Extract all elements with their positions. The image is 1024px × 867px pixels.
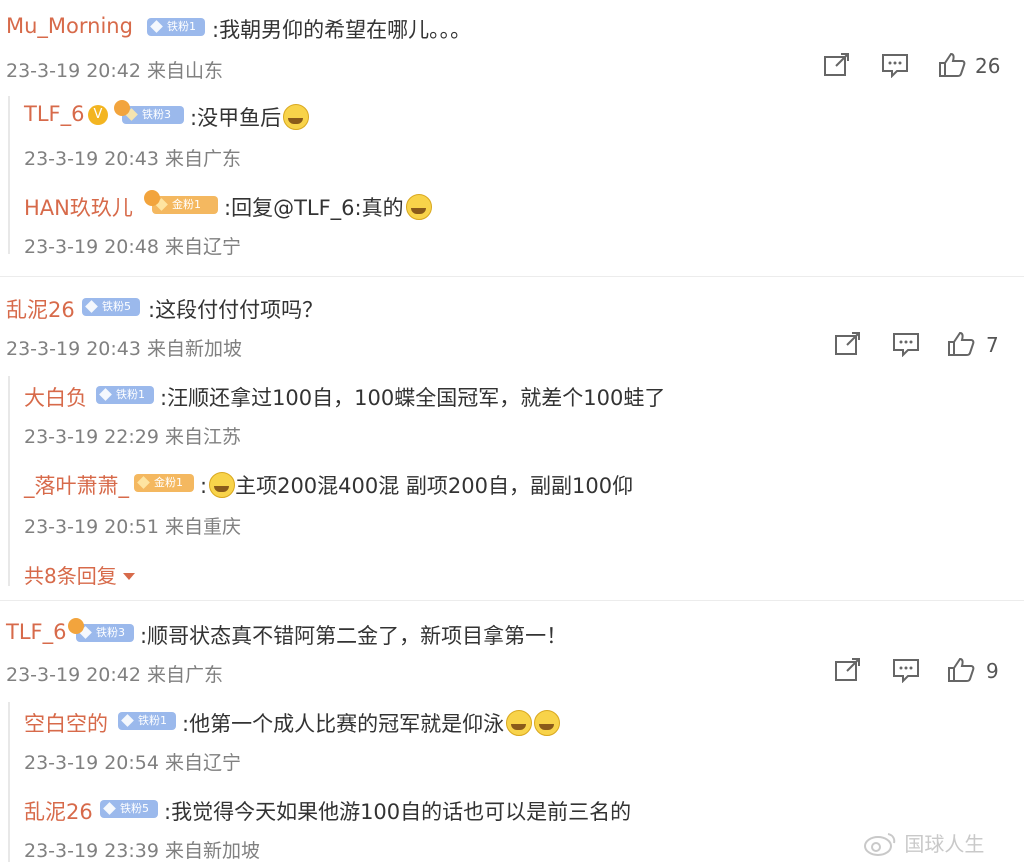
like-icon[interactable] (946, 331, 976, 357)
reply-thread-line (8, 96, 10, 254)
reply-username[interactable]: 空白空的 (24, 708, 108, 738)
reply-meta: 23-3-19 20:51 来自重庆 (24, 516, 241, 538)
caret-down-icon (122, 573, 135, 580)
fan-badge: 铁粉1 (96, 386, 154, 404)
laugh-cry-emoji-icon (405, 194, 432, 220)
fan-badge: 金粉1 (144, 190, 218, 214)
like-icon[interactable] (937, 52, 967, 78)
comment-icon[interactable] (880, 52, 910, 79)
reply-text: : 主项200混400混 副项200自，副副100仰 (200, 472, 634, 498)
fan-badge: 铁粉3 (68, 618, 134, 642)
watermark: 国球人生 (862, 828, 984, 857)
fan-badge: 铁粉1 (118, 712, 176, 730)
verified-icon: V (88, 105, 108, 125)
fan-badge: 铁粉5 (82, 298, 140, 316)
comment-meta: 23-3-19 20:42 来自广东 (6, 664, 223, 686)
laugh-cry-emoji-icon (506, 710, 533, 736)
comment-text: :我朝男仰的希望在哪儿。。。 (212, 18, 472, 42)
fan-badge: 铁粉3 (114, 100, 184, 124)
reply-username[interactable]: 乱泥26 (24, 796, 93, 826)
comment-username[interactable]: TLF_6 (6, 620, 66, 644)
reply-username[interactable]: 大白负 (24, 382, 87, 412)
reply-thread-line (8, 702, 10, 862)
reply-text: :汪顺还拿过100自，100蝶全国冠军，就差个100蛙了 (160, 386, 666, 410)
reply-text: :他第一个成人比赛的冠军就是仰泳 (182, 708, 561, 738)
reply-username[interactable]: _落叶萧萧_ (24, 470, 129, 500)
reply-meta: 23-3-19 23:39 来自新加坡 (24, 840, 260, 862)
weibo-logo-icon (864, 833, 896, 856)
share-icon[interactable] (833, 331, 863, 357)
reply-meta: 23-3-19 22:29 来自江苏 (24, 426, 241, 448)
like-count: 26 (975, 54, 1001, 78)
like-count: 9 (986, 659, 999, 683)
comment-icon[interactable] (891, 657, 921, 684)
reply-text: :我觉得今天如果他游100自的话也可以是前三名的 (164, 800, 632, 824)
reply-text: :回复@TLF_6:真的 (224, 192, 432, 222)
share-icon[interactable] (822, 52, 852, 78)
share-icon[interactable] (833, 657, 863, 683)
comment-icon[interactable] (891, 331, 921, 358)
comment-text: :顺哥状态真不错阿第二金了，新项目拿第一！ (140, 624, 568, 648)
view-more-replies-link[interactable]: 共8条回复 (24, 560, 135, 589)
comment-meta: 23-3-19 20:43 来自新加坡 (6, 338, 242, 360)
fan-badge: 铁粉1 (147, 18, 205, 36)
reply-text: :没甲鱼后 (190, 102, 310, 132)
comment-meta: 23-3-19 20:42 来自山东 (6, 60, 223, 82)
laugh-cry-emoji-icon (283, 104, 310, 130)
reply-meta: 23-3-19 20:43 来自广东 (24, 148, 241, 170)
comment-username[interactable]: 乱泥26 (6, 294, 75, 324)
comment-text: :这段付付付项吗？ (148, 298, 324, 322)
reply-username[interactable]: HAN玖玖儿 (24, 192, 133, 222)
reply-meta: 23-3-19 20:48 来自辽宁 (24, 236, 241, 258)
reply-meta: 23-3-19 20:54 来自辽宁 (24, 752, 241, 774)
divider (0, 276, 1024, 277)
fan-badge: 金粉1 (134, 474, 194, 492)
laugh-cry-emoji-icon (209, 472, 236, 498)
like-count: 7 (986, 333, 999, 357)
like-icon[interactable] (946, 657, 976, 683)
reply-username[interactable]: TLF_6 (24, 102, 84, 126)
comment-username[interactable]: Mu_Morning (6, 14, 133, 38)
divider (0, 600, 1024, 601)
reply-thread-line (8, 376, 10, 586)
laugh-cry-emoji-icon (534, 710, 561, 736)
fan-badge: 铁粉5 (100, 800, 158, 818)
